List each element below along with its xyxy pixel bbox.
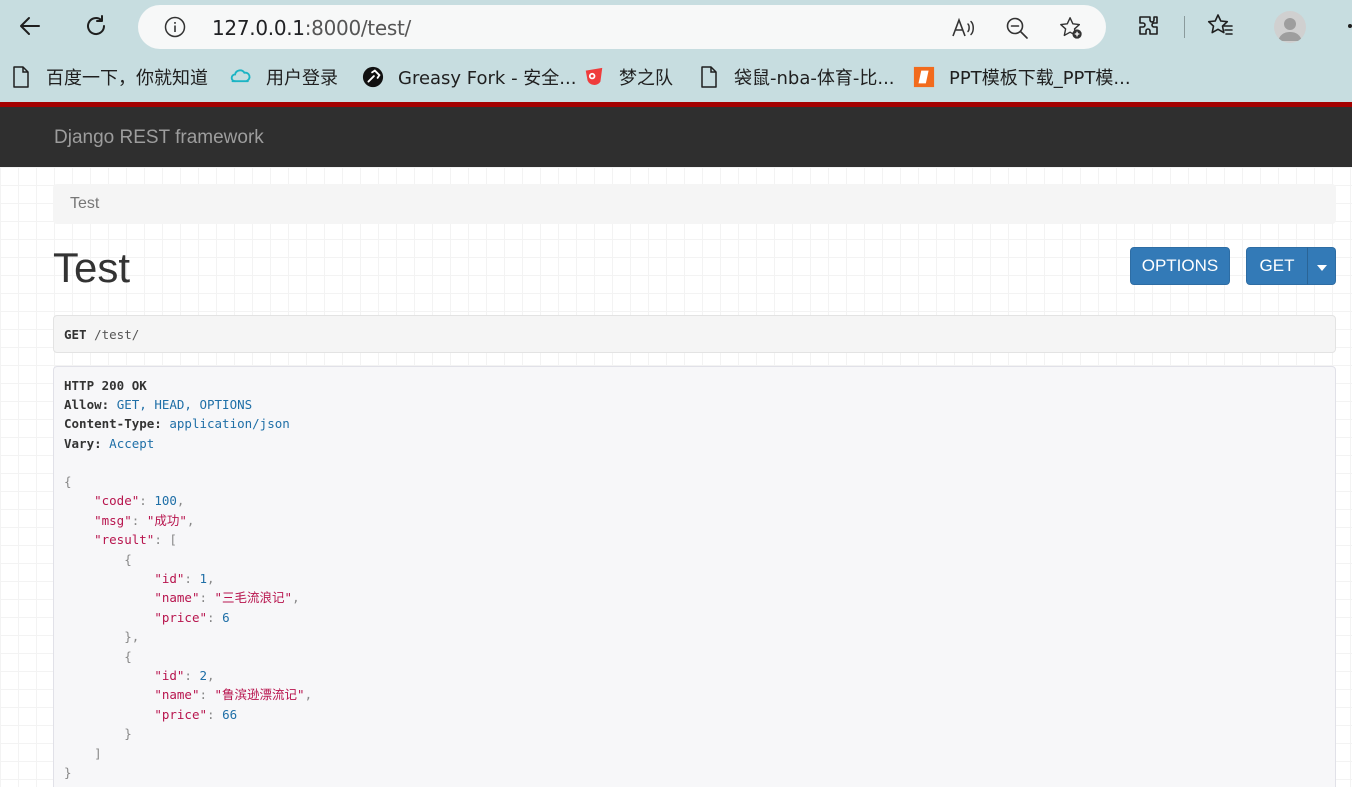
response-body: { "code": 100, "msg": "成功", "result": [ … [64,474,313,781]
info-icon[interactable] [164,16,186,38]
get-button[interactable]: GET [1246,247,1308,285]
request-path: /test/ [94,327,140,342]
read-aloud-icon[interactable] [950,15,976,41]
options-button[interactable]: OPTIONS [1130,247,1230,285]
json-id-value: 2 [199,668,208,684]
url-text[interactable]: 127.0.0.1:8000/test/ [212,16,411,40]
header-value: Accept [109,436,155,451]
page-icon [10,65,32,89]
add-favorite-icon[interactable] [1058,15,1084,41]
dreamteam-icon [583,65,605,89]
response-info: HTTP 200 OK Allow: GET, HEAD, OPTIONS Co… [53,366,1336,787]
page-icon [698,65,720,89]
bookmark-label: 梦之队 [619,68,673,89]
bookmark-label: 百度一下，你就知道 [46,68,208,89]
bookmark-user-login[interactable]: 用户登录 [230,65,338,89]
greasyfork-icon [362,65,384,89]
bookmark-ppt[interactable]: PPT模板下载_PPT模... [913,65,1131,89]
caret-down-icon [1316,256,1327,276]
json-msg-value: "成功" [146,512,187,528]
bookmark-label: Greasy Fork - 安全... [398,68,577,89]
json-price-value: 6 [222,609,230,625]
request-method: GET [64,327,87,342]
page-title: Test [53,244,131,291]
cloud-icon [230,65,252,89]
json-name-value: "鲁滨逊漂流记" [214,687,305,703]
bookmark-greasyfork[interactable]: Greasy Fork - 安全... [362,65,576,89]
favorites-icon[interactable] [1206,10,1236,42]
header-value: GET, HEAD, OPTIONS [116,397,253,412]
header-value: application/json [169,416,290,431]
bookmark-label: 用户登录 [266,68,338,89]
bookmark-label: PPT模板下载_PPT模... [949,68,1131,89]
address-bar[interactable]: 127.0.0.1:8000/test/ [138,5,1106,49]
browser-toolbar: 127.0.0.1:8000/test/ [0,0,1352,52]
ppt-icon [913,65,935,89]
json-price-value: 66 [222,706,238,722]
navbar-brand[interactable]: Django REST framework [54,127,264,149]
get-format-dropdown-button[interactable] [1307,247,1336,285]
bookmark-nba[interactable]: 袋鼠-nba-体育-比... [698,65,895,89]
more-icon[interactable] [1340,10,1352,42]
bookmarks-bar: 百度一下，你就知道 用户登录 Greasy Fork - 安全... 梦之队 袋… [0,52,1352,102]
extensions-icon[interactable] [1134,10,1164,42]
header-name: Vary: [64,436,102,451]
json-id-value: 1 [199,571,208,587]
json-name-value: "三毛流浪记" [214,590,293,606]
breadcrumb: Test [53,184,1336,224]
request-info: GET /test/ [53,315,1336,353]
back-icon[interactable] [14,10,46,42]
toolbar-divider [1184,16,1185,38]
drf-navbar: Django REST framework [0,107,1352,167]
breadcrumb-item-test[interactable]: Test [70,195,99,213]
bookmark-baidu[interactable]: 百度一下，你就知道 [10,65,208,89]
json-code-value: 100 [154,493,177,509]
profile-avatar-icon[interactable] [1274,11,1306,43]
zoom-out-icon[interactable] [1004,15,1030,41]
header-name: Content-Type: [64,416,162,431]
response-status: HTTP 200 OK [64,378,147,393]
refresh-icon[interactable] [80,10,112,42]
header-name: Allow: [64,397,110,412]
bookmark-label: 袋鼠-nba-体育-比... [734,68,895,89]
bookmark-dreamteam[interactable]: 梦之队 [583,65,673,89]
